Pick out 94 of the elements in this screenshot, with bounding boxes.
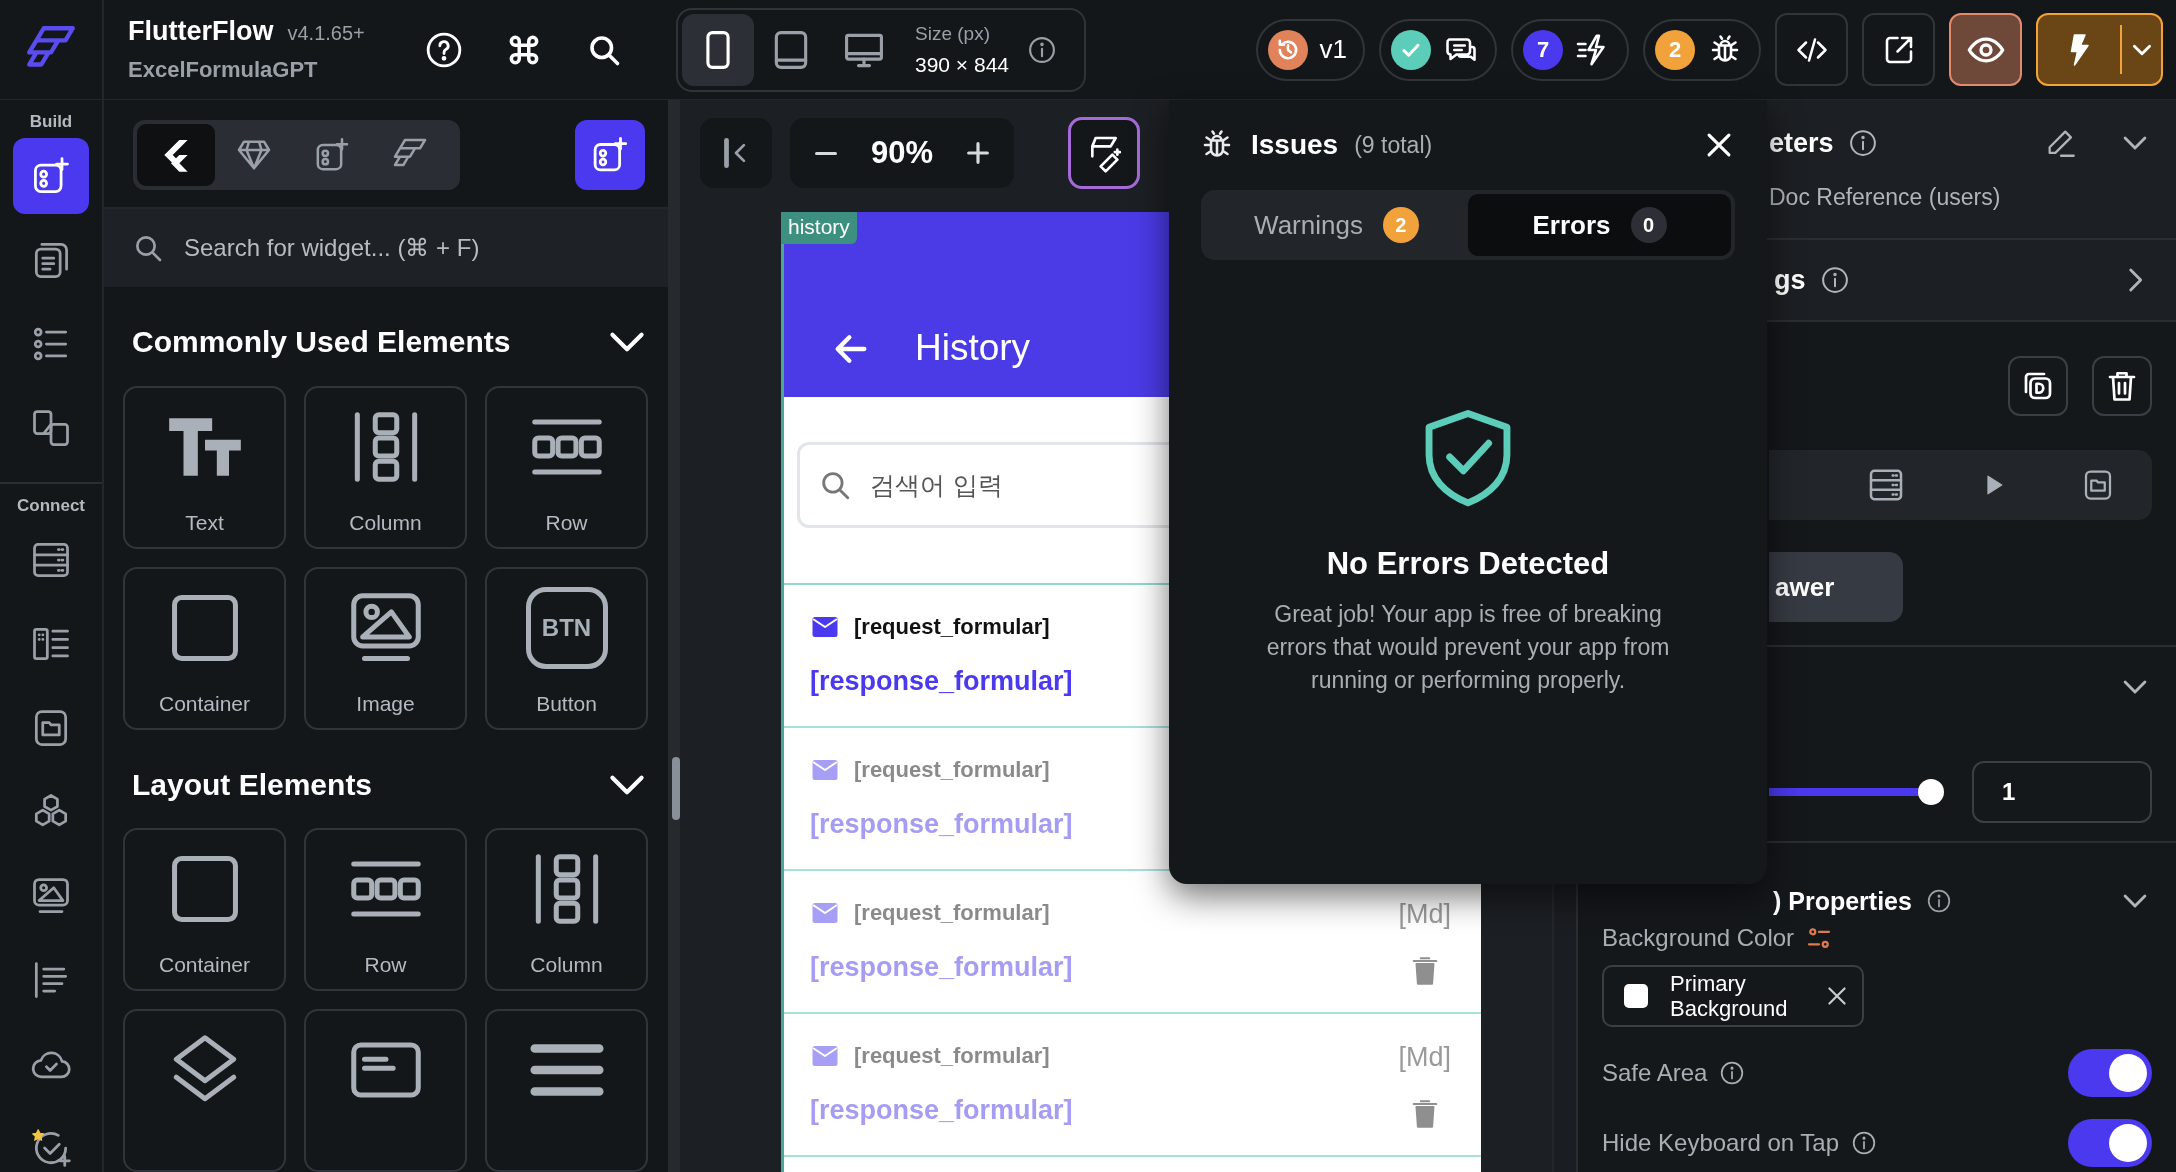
info-icon <box>1925 888 1952 914</box>
drawer-button[interactable]: awer <box>1769 552 1903 622</box>
tile-label: Row <box>545 510 588 535</box>
response-text: [response_formular] <box>810 952 1073 983</box>
info-icon <box>1719 1060 1746 1086</box>
count-badge: 2 <box>1655 29 1695 70</box>
rail-section-label: Connect <box>17 496 85 516</box>
slider[interactable] <box>1769 779 1944 805</box>
tile-label: Column <box>349 510 422 535</box>
code-button[interactable] <box>1775 13 1848 86</box>
response-text: [response_formular] <box>810 666 1073 697</box>
actions-pill[interactable]: 7 <box>1511 18 1629 81</box>
preview-button[interactable] <box>1949 13 2022 86</box>
info-icon <box>1819 265 1850 295</box>
section-title: Layout Elements <box>132 767 373 802</box>
empty-title: No Errors Detected <box>1326 546 1610 582</box>
scrollbar-thumb[interactable] <box>672 757 680 820</box>
tile-label: Text <box>185 510 224 535</box>
field-label: Background Color <box>1602 924 1795 952</box>
response-text: [response_formular] <box>810 1095 1073 1126</box>
page-tag: history <box>781 212 857 244</box>
widget-tile[interactable]: Container <box>123 828 286 991</box>
tile-label: Container <box>158 953 251 977</box>
toggle-label: Hide Keyboard on Tap <box>1602 1129 1840 1157</box>
widget-tile[interactable] <box>485 1009 648 1172</box>
color-swatch <box>1624 984 1648 1008</box>
device-button[interactable] <box>682 13 754 86</box>
widget-tile[interactable]: Image <box>304 566 467 730</box>
duplicate-button[interactable] <box>2008 356 2068 416</box>
widget-tile[interactable]: BTN Button <box>485 566 648 730</box>
section-title: gs <box>1774 264 1806 296</box>
widget-tile[interactable] <box>304 1009 467 1172</box>
search-input[interactable]: 검색어 입력 <box>868 469 1388 501</box>
widget-tile[interactable]: Column <box>304 385 467 549</box>
issue-tab[interactable]: Warnings 2 <box>1205 194 1468 256</box>
widget-tile[interactable] <box>123 1009 286 1172</box>
value-field[interactable]: 1 <box>1972 761 2152 823</box>
add-widget-button[interactable] <box>575 120 645 190</box>
section-title: ) Properties <box>1773 886 1912 916</box>
toggle-label: Safe Area <box>1602 1059 1708 1087</box>
issue-total: (9 total) <box>1354 131 1433 159</box>
zoom-level: 90% <box>869 135 934 171</box>
request-text: [request_formular] <box>854 614 1050 640</box>
widget-search-field[interactable]: Search for widget... (⌘ + F) <box>104 209 668 288</box>
app-name: FlutterFlow <box>128 16 274 47</box>
info-icon <box>1027 34 1057 65</box>
search-input[interactable]: Search for widget... (⌘ + F) <box>182 233 622 264</box>
tile-label: Row <box>364 953 407 977</box>
doc-reference: Doc Reference (users) <box>1769 184 2002 211</box>
popup-title: Issues <box>1251 129 1339 161</box>
panel-tab[interactable] <box>137 124 215 186</box>
color-name: Primary Background <box>1670 970 1789 1022</box>
tile-label: Column <box>530 953 603 977</box>
minus-icon <box>815 151 837 155</box>
widget-tile[interactable]: Row <box>304 828 467 991</box>
response-text: [response_formular] <box>810 809 1073 840</box>
request-text: [request_formular] <box>854 900 1050 926</box>
rail-section-label: Build <box>29 112 73 132</box>
section-title: Commonly Used Elements <box>132 325 511 360</box>
toggle-switch[interactable] <box>2068 1119 2152 1167</box>
date-text: [Md] <box>1398 1042 1451 1073</box>
open-button[interactable] <box>1862 13 1935 86</box>
info-icon <box>1851 1130 1878 1156</box>
size-label: Size (px) <box>915 22 991 45</box>
comments-pill[interactable] <box>1379 18 1497 81</box>
project-name: ExcelFormulaGPT <box>128 57 319 83</box>
widget-tile[interactable]: Column <box>485 828 648 991</box>
ai-button[interactable] <box>1068 117 1140 189</box>
rail-button[interactable] <box>13 138 89 214</box>
section-title: eters <box>1769 127 1834 159</box>
button-icon: BTN <box>525 586 608 669</box>
count-badge: 2 <box>1382 207 1419 243</box>
size-value: 390 × 844 <box>915 52 1009 77</box>
tile-label: Container <box>158 691 251 716</box>
badge-check-icon <box>29 1126 73 1170</box>
widget-tile[interactable]: Text <box>123 385 286 549</box>
issue-tab[interactable]: Errors 0 <box>1468 194 1731 256</box>
version-label: v4.1.65+ <box>287 22 365 45</box>
color-chip[interactable]: Primary Background <box>1602 965 1864 1027</box>
date-text: [Md] <box>1398 899 1451 930</box>
request-text: [request_formular] <box>854 1043 1050 1069</box>
version-pill[interactable]: v1 <box>1255 18 1365 81</box>
widget-tile[interactable]: Row <box>485 385 648 549</box>
page-title: History <box>915 327 1031 369</box>
tile-label: Image <box>356 691 415 716</box>
count-badge: 7 <box>1523 29 1563 70</box>
widget-tile[interactable]: Container <box>123 566 286 730</box>
tile-label: Button <box>536 691 597 716</box>
toggle-switch[interactable] <box>2068 1049 2152 1097</box>
info-icon <box>1847 128 1878 158</box>
collapse-panel-button[interactable] <box>700 118 772 188</box>
request-text: [request_formular] <box>854 757 1050 783</box>
count-badge: 0 <box>1630 207 1667 243</box>
delete-button[interactable] <box>2092 356 2152 416</box>
